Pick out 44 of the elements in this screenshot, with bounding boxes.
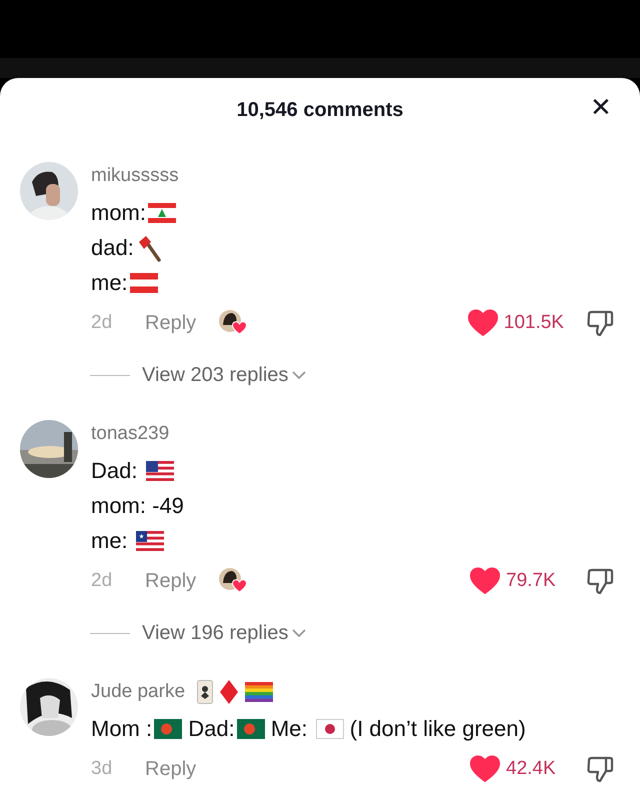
comment-text: Dad:	[91, 457, 138, 485]
comment-text: dad:	[91, 234, 134, 262]
view-replies-button[interactable]: View 203 replies	[142, 360, 306, 390]
like-count: 42.4K	[506, 756, 557, 781]
dislike-icon[interactable]	[586, 567, 614, 595]
diamond-icon	[219, 679, 240, 705]
comment-text: mom: -49	[91, 492, 184, 520]
comments-count-title: 10,546 comments	[236, 98, 404, 123]
comment-age: 2d	[91, 310, 114, 335]
comment-text: me:	[91, 269, 128, 297]
comment-text: Mom :	[91, 715, 152, 743]
reply-button[interactable]: Reply	[145, 754, 196, 784]
bangladesh-flag-icon	[236, 718, 265, 738]
like-count: 101.5K	[504, 310, 564, 335]
playing-card-icon	[197, 680, 214, 704]
dislike-icon[interactable]	[586, 755, 614, 783]
comment-age: 3d	[91, 756, 114, 781]
comment-text: (I don’t like green)	[348, 715, 526, 743]
username[interactable]: tonas239	[91, 420, 170, 448]
lebanon-flag-icon	[148, 202, 176, 222]
comment-text: Dad:	[187, 715, 235, 743]
japan-flag-icon	[316, 718, 344, 738]
rainbow-flag-icon	[245, 682, 274, 702]
comment-text: me:	[91, 527, 129, 555]
austria-flag-icon	[130, 272, 158, 292]
comment-age: 2d	[91, 568, 114, 593]
reply-button[interactable]: Reply	[145, 566, 196, 596]
comment-text: Me:	[270, 715, 309, 743]
heart-icon[interactable]	[468, 309, 498, 337]
bangladesh-flag-icon	[154, 718, 182, 738]
username[interactable]: Jude parke	[91, 678, 186, 706]
heart-icon[interactable]	[470, 755, 500, 783]
chevron-down-icon	[292, 370, 306, 380]
view-replies-button[interactable]: View 196 replies	[142, 618, 306, 648]
dislike-icon[interactable]	[586, 309, 614, 337]
usa-flag-icon	[146, 460, 174, 480]
liberia-flag-icon	[136, 530, 164, 550]
username[interactable]: mikusssss	[91, 162, 179, 190]
reply-button[interactable]: Reply	[145, 308, 196, 338]
like-count: 79.7K	[506, 568, 557, 593]
chevron-down-icon	[292, 628, 306, 638]
close-button[interactable]: ✕	[590, 94, 612, 120]
heart-icon[interactable]	[470, 567, 500, 595]
comment-text: mom:	[91, 199, 146, 227]
